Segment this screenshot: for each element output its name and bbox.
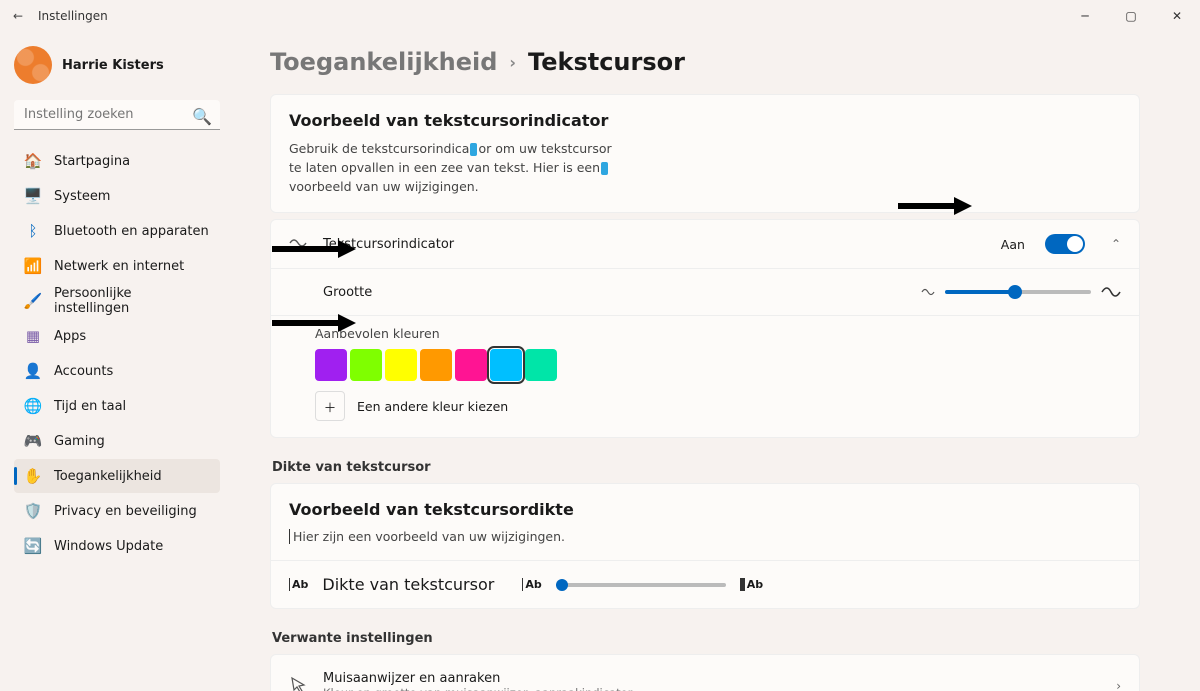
thickness-small-icon: Ab xyxy=(522,578,541,591)
minimize-button[interactable]: ─ xyxy=(1062,0,1108,32)
nav-icon: 🎮 xyxy=(24,432,42,450)
nav-icon: 🌐 xyxy=(24,397,42,415)
search-box[interactable]: 🔍 xyxy=(14,100,220,130)
search-icon: 🔍 xyxy=(192,107,212,126)
color-swatch[interactable] xyxy=(385,349,417,381)
sidebar-item-windows-update[interactable]: 🔄 Windows Update xyxy=(14,529,220,563)
color-swatch[interactable] xyxy=(350,349,382,381)
toggle-state-text: Aan xyxy=(1001,237,1025,252)
sidebar-item-apps[interactable]: ▦ Apps xyxy=(14,319,220,353)
nav-icon: ▦ xyxy=(24,327,42,345)
sidebar-item-systeem[interactable]: 🖥️ Systeem xyxy=(14,179,220,213)
colors-label: Aanbevolen kleuren xyxy=(315,326,1121,341)
size-min-icon xyxy=(921,285,935,299)
thickness-min-icon: Ab xyxy=(289,578,308,591)
thickness-large-icon: Ab xyxy=(740,578,763,591)
plus-icon: ＋ xyxy=(315,391,345,421)
nav-label: Windows Update xyxy=(54,539,163,554)
add-color-label: Een andere kleur kiezen xyxy=(357,399,508,414)
sidebar-item-accounts[interactable]: 👤 Accounts xyxy=(14,354,220,388)
breadcrumb: Toegankelijkheid › Tekstcursor xyxy=(270,48,1140,76)
color-swatch[interactable] xyxy=(315,349,347,381)
nav-icon: 📶 xyxy=(24,257,42,275)
sidebar-item-toegankelijkheid[interactable]: ✋ Toegankelijkheid xyxy=(14,459,220,493)
sidebar-item-startpagina[interactable]: 🏠 Startpagina xyxy=(14,144,220,178)
chevron-right-icon: › xyxy=(509,53,516,72)
related-link-title: Muisaanwijzer en aanraken xyxy=(323,671,1088,686)
sidebar-item-bluetooth-en-apparaten[interactable]: ᛒ Bluetooth en apparaten xyxy=(14,214,220,248)
indicator-toggle[interactable] xyxy=(1045,234,1085,254)
size-slider[interactable] xyxy=(945,290,1091,294)
nav-label: Systeem xyxy=(54,189,110,204)
indicator-toggle-label: Tekstcursorindicator xyxy=(323,237,454,252)
color-swatch[interactable] xyxy=(490,349,522,381)
nav-label: Apps xyxy=(54,329,86,344)
avatar xyxy=(14,46,52,84)
nav-icon: 👤 xyxy=(24,362,42,380)
sidebar-item-netwerk-en-internet[interactable]: 📶 Netwerk en internet xyxy=(14,249,220,283)
cursor-indicator-icon xyxy=(289,235,309,254)
cursor-indicator-demo xyxy=(470,143,477,156)
sidebar-item-tijd-en-taal[interactable]: 🌐 Tijd en taal xyxy=(14,389,220,423)
thickness-preview-title: Voorbeeld van tekstcursordikte xyxy=(289,500,1121,519)
nav-label: Persoonlijke instellingen xyxy=(54,286,210,316)
nav-label: Bluetooth en apparaten xyxy=(54,224,209,239)
close-button[interactable]: ✕ xyxy=(1154,0,1200,32)
color-swatch[interactable] xyxy=(420,349,452,381)
color-swatch[interactable] xyxy=(525,349,557,381)
nav-label: Startpagina xyxy=(54,154,130,169)
related-section-title: Verwante instellingen xyxy=(272,631,1140,646)
nav-label: Toegankelijkheid xyxy=(54,469,162,484)
nav-icon: ✋ xyxy=(24,467,42,485)
nav-icon: 🔄 xyxy=(24,537,42,555)
search-input[interactable] xyxy=(14,100,220,130)
user-profile[interactable]: Harrie Kisters xyxy=(14,46,220,84)
user-name: Harrie Kisters xyxy=(62,58,164,73)
sidebar-item-privacy-en-beveiliging[interactable]: 🛡️ Privacy en beveiliging xyxy=(14,494,220,528)
nav-label: Tijd en taal xyxy=(54,399,126,414)
size-label: Grootte xyxy=(323,285,372,300)
color-swatch[interactable] xyxy=(455,349,487,381)
nav-icon: 🖥️ xyxy=(24,187,42,205)
indicator-preview-title: Voorbeeld van tekstcursorindicator xyxy=(289,111,1121,130)
related-link-subtitle: Kleur en grootte van muisaanwijzer, aanr… xyxy=(323,686,1088,691)
nav-label: Gaming xyxy=(54,434,105,449)
breadcrumb-current: Tekstcursor xyxy=(528,48,685,76)
nav-icon: 🛡️ xyxy=(24,502,42,520)
add-color-button[interactable]: ＋ Een andere kleur kiezen xyxy=(315,391,1121,421)
mouse-icon xyxy=(289,675,307,691)
size-max-icon xyxy=(1101,283,1121,301)
back-icon[interactable]: ← xyxy=(8,9,28,23)
chevron-right-icon: › xyxy=(1116,679,1121,691)
window-title: Instellingen xyxy=(38,9,108,23)
sidebar-item-gaming[interactable]: 🎮 Gaming xyxy=(14,424,220,458)
nav-icon: 🏠 xyxy=(24,152,42,170)
indicator-preview-text: Gebruik de tekstcursorindicaor om uw tek… xyxy=(289,140,619,196)
thickness-slider[interactable] xyxy=(556,583,726,587)
nav-label: Accounts xyxy=(54,364,113,379)
thickness-label: Dikte van tekstcursor xyxy=(322,575,494,594)
nav-label: Privacy en beveiliging xyxy=(54,504,197,519)
related-mouse-link[interactable]: Muisaanwijzer en aanraken Kleur en groot… xyxy=(271,655,1139,691)
sidebar-item-persoonlijke-instellingen[interactable]: 🖌️ Persoonlijke instellingen xyxy=(14,284,220,318)
breadcrumb-parent[interactable]: Toegankelijkheid xyxy=(270,48,497,76)
nav-label: Netwerk en internet xyxy=(54,259,184,274)
thickness-section-title: Dikte van tekstcursor xyxy=(272,460,1140,475)
maximize-button[interactable]: ▢ xyxy=(1108,0,1154,32)
thickness-preview-text: Hier zijn een voorbeeld van uw wijziging… xyxy=(289,529,1121,544)
chevron-up-icon[interactable]: ⌃ xyxy=(1111,237,1121,251)
nav-icon: 🖌️ xyxy=(24,292,42,310)
nav-icon: ᛒ xyxy=(24,222,42,240)
cursor-indicator-demo xyxy=(601,162,608,175)
